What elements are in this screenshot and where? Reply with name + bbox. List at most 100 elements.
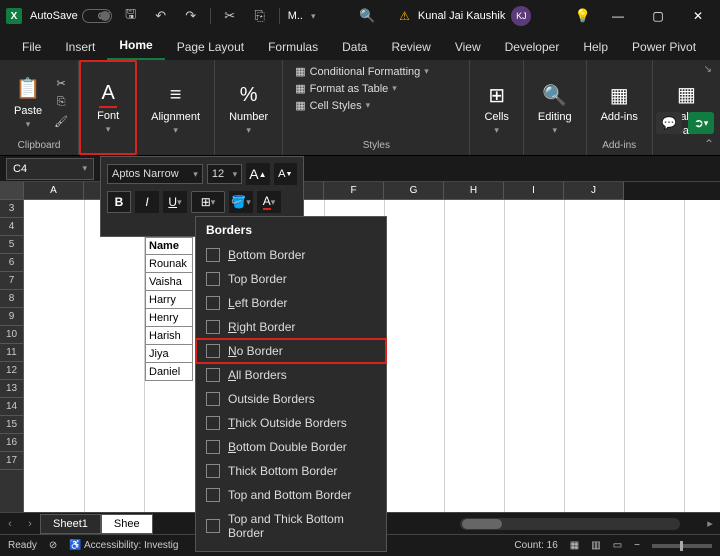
data-cell[interactable]: Harry: [145, 291, 193, 309]
row-header[interactable]: 12: [0, 362, 23, 380]
zoom-out-icon[interactable]: −: [634, 540, 640, 551]
border-option[interactable]: Top and Bottom Border: [196, 483, 386, 507]
fill-color-button[interactable]: 🪣▾: [229, 191, 253, 213]
border-option[interactable]: Bottom Double Border: [196, 435, 386, 459]
border-option[interactable]: Thick Outside Borders: [196, 411, 386, 435]
tab-home[interactable]: Home: [107, 32, 164, 60]
data-cell[interactable]: Vaisha: [145, 273, 193, 291]
data-cell[interactable]: Name: [145, 237, 193, 255]
sheet-tab[interactable]: Sheet1: [40, 514, 101, 534]
row-header[interactable]: 15: [0, 416, 23, 434]
tab-power-pivot[interactable]: Power Pivot: [620, 34, 708, 60]
row-header[interactable]: 9: [0, 308, 23, 326]
row-header[interactable]: [0, 182, 23, 200]
lightbulb-icon[interactable]: 💡: [572, 5, 594, 27]
alignment-button[interactable]: ≡ Alignment ▾: [145, 77, 206, 140]
italic-button[interactable]: I: [135, 191, 159, 213]
data-cell[interactable]: Henry: [145, 309, 193, 327]
row-header[interactable]: 5: [0, 236, 23, 254]
borders-button[interactable]: ⊞▾: [191, 191, 225, 213]
data-cell[interactable]: Jiya: [145, 345, 193, 363]
collapse-ribbon-icon[interactable]: ⌃: [704, 137, 714, 151]
addins-button[interactable]: ▦ Add-ins: [595, 77, 644, 127]
row-header[interactable]: 10: [0, 326, 23, 344]
save-icon[interactable]: 🖫: [120, 5, 142, 27]
cut-icon[interactable]: ✂: [219, 5, 241, 27]
comments-button[interactable]: 💬: [656, 112, 682, 134]
row-header[interactable]: 7: [0, 272, 23, 290]
search-icon[interactable]: 🔍: [356, 5, 378, 27]
font-color-button[interactable]: A▾: [257, 191, 281, 213]
row-header[interactable]: 14: [0, 398, 23, 416]
name-box[interactable]: C4▾: [6, 158, 94, 180]
column-header[interactable]: A: [24, 182, 84, 200]
tab-view[interactable]: View: [443, 34, 493, 60]
autosave-toggle[interactable]: AutoSave Off: [30, 9, 112, 23]
data-cell[interactable]: Rounak: [145, 255, 193, 273]
paste-button[interactable]: 📋 Paste ▾: [8, 71, 48, 134]
copy-icon[interactable]: ⎘: [249, 5, 271, 27]
font-name-select[interactable]: Aptos Narrow▾: [107, 164, 203, 184]
border-option[interactable]: Outside Borders: [196, 387, 386, 411]
border-option[interactable]: All Borders: [196, 363, 386, 387]
page-layout-icon[interactable]: ▥: [591, 540, 600, 551]
row-header[interactable]: 11: [0, 344, 23, 362]
tab-developer[interactable]: Developer: [493, 34, 572, 60]
number-button[interactable]: % Number ▾: [223, 77, 274, 140]
tab-review[interactable]: Review: [379, 34, 442, 60]
row-header[interactable]: 17: [0, 452, 23, 470]
data-cell[interactable]: Harish: [145, 327, 193, 345]
row-header[interactable]: 3: [0, 200, 23, 218]
row-header[interactable]: 16: [0, 434, 23, 452]
font-size-select[interactable]: 12▾: [207, 164, 242, 184]
user-account[interactable]: Kunal Jai Kaushik KJ: [418, 6, 531, 26]
conditional-formatting-button[interactable]: ▦Conditional Formatting▾: [291, 64, 433, 79]
accessibility-status[interactable]: ♿ Accessibility: Investig: [69, 540, 178, 551]
tab-file[interactable]: File: [10, 34, 53, 60]
bold-button[interactable]: B: [107, 191, 131, 213]
row-header[interactable]: 8: [0, 290, 23, 308]
share-button[interactable]: ➲▾: [688, 112, 714, 134]
cell-styles-button[interactable]: ▦Cell Styles▾: [291, 98, 374, 113]
column-header[interactable]: F: [324, 182, 384, 200]
redo-icon[interactable]: ↷: [180, 5, 202, 27]
horizontal-scrollbar[interactable]: [460, 518, 680, 530]
row-header[interactable]: 4: [0, 218, 23, 236]
row-header[interactable]: 13: [0, 380, 23, 398]
tab-insert[interactable]: Insert: [53, 34, 107, 60]
underline-button[interactable]: U▾: [163, 191, 187, 213]
row-header[interactable]: 6: [0, 254, 23, 272]
tab-help[interactable]: Help: [571, 34, 620, 60]
cells-button[interactable]: ⊞ Cells▾: [478, 77, 514, 140]
column-header[interactable]: H: [444, 182, 504, 200]
border-option[interactable]: Thick Bottom Border: [196, 459, 386, 483]
border-option[interactable]: Right Border: [196, 315, 386, 339]
dialog-launcher-icon[interactable]: ↘: [704, 64, 712, 75]
format-as-table-button[interactable]: ▦Format as Table▾: [291, 81, 401, 96]
tab-data[interactable]: Data: [330, 34, 379, 60]
format-painter-icon[interactable]: 🖌: [52, 113, 70, 129]
editing-button[interactable]: 🔍 Editing▾: [532, 77, 578, 140]
sheet-prev-icon[interactable]: ‹: [0, 518, 20, 530]
column-header[interactable]: G: [384, 182, 444, 200]
copy-icon[interactable]: ⎘: [52, 94, 70, 110]
tab-formulas[interactable]: Formulas: [256, 34, 330, 60]
font-button[interactable]: A Font ▾: [91, 76, 125, 139]
zoom-slider[interactable]: [652, 544, 712, 548]
maximize-button[interactable]: ▢: [642, 2, 674, 30]
normal-view-icon[interactable]: ▦: [570, 540, 579, 551]
undo-icon[interactable]: ↶: [150, 5, 172, 27]
decrease-font-icon[interactable]: A▼: [274, 163, 297, 185]
cut-icon[interactable]: ✂: [52, 75, 70, 91]
border-option[interactable]: Left Border: [196, 291, 386, 315]
close-button[interactable]: ✕: [682, 2, 714, 30]
data-cell[interactable]: Daniel: [145, 363, 193, 381]
sheet-next-icon[interactable]: ›: [20, 518, 40, 530]
minimize-button[interactable]: —: [602, 2, 634, 30]
page-break-icon[interactable]: ▭: [613, 540, 622, 551]
column-header[interactable]: J: [564, 182, 624, 200]
border-option[interactable]: No Border: [196, 339, 386, 363]
border-option[interactable]: Top and Thick Bottom Border: [196, 507, 386, 545]
border-option[interactable]: Bottom Border: [196, 243, 386, 267]
sheet-tab-active[interactable]: Shee: [101, 514, 153, 534]
